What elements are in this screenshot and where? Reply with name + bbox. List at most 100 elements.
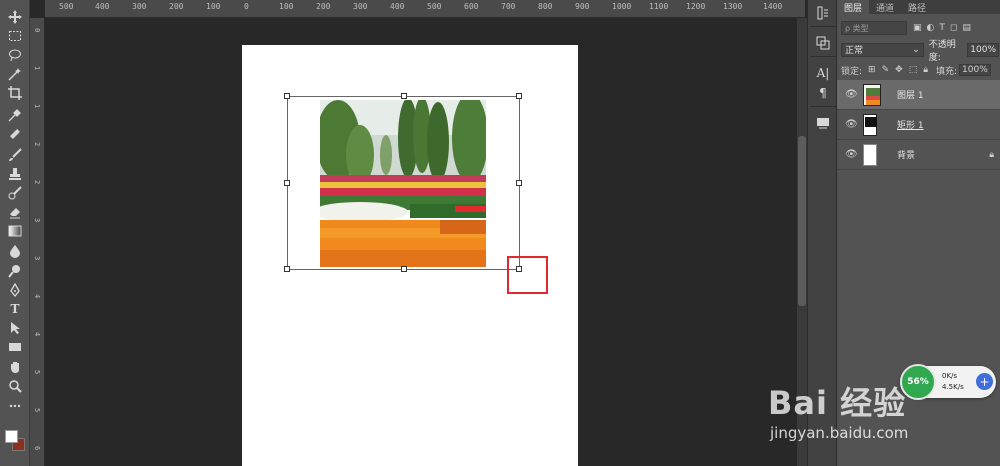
ruler-label: 700 — [501, 2, 516, 11]
blend-mode-value: 正常 — [845, 46, 864, 56]
ruler-label: 800 — [538, 2, 553, 11]
paragraph-panel-icon[interactable]: ¶ — [814, 84, 832, 102]
magic-wand-icon[interactable] — [6, 65, 24, 83]
pixel-filter-icon[interactable]: ▣ — [913, 23, 922, 33]
ruler-label: 500 — [59, 2, 74, 11]
lock-label: 锁定: — [841, 66, 863, 77]
layer-name[interactable]: 背景 — [897, 148, 915, 161]
shape-filter-icon[interactable]: ◻ — [950, 23, 957, 33]
tab-layers[interactable]: 图层 — [837, 0, 870, 14]
fill-input[interactable]: 100% — [959, 64, 991, 76]
ruler-label: 100 — [206, 2, 221, 11]
lock-artboard-icon[interactable]: ⬚ — [909, 65, 918, 75]
libraries-panel-icon[interactable] — [814, 114, 832, 132]
lock-icons: ⊞ ✎ ✥ ⬚ 🔒︎ — [868, 65, 928, 75]
type-filter-icon[interactable]: T — [939, 23, 945, 33]
lock-row: 锁定: ⊞ ✎ ✥ ⬚ 🔒︎ 填充: 100% — [841, 63, 999, 77]
canvas-area[interactable] — [45, 18, 797, 466]
fill-label: 填充: — [936, 66, 958, 77]
document-canvas[interactable] — [242, 45, 578, 466]
ruler-label: 400 — [390, 2, 405, 11]
brush-icon[interactable] — [6, 146, 24, 164]
lock-position-icon[interactable]: ✥ — [895, 65, 903, 75]
rectangle-icon[interactable] — [6, 338, 24, 356]
lock-pixels-icon[interactable]: ✎ — [882, 65, 890, 75]
properties-panel-icon[interactable] — [814, 34, 832, 52]
move-icon[interactable] — [6, 8, 24, 26]
lasso-icon[interactable] — [6, 46, 24, 64]
layer-row-background[interactable]: 👁︎ 背景 🔒︎ — [837, 140, 1000, 170]
history-panel-icon[interactable] — [814, 4, 832, 22]
watermark-url: jingyan.baidu.com — [770, 424, 909, 442]
transform-handle-bottom[interactable] — [401, 266, 407, 272]
ruler-label: 3 — [33, 256, 41, 261]
history-brush-icon[interactable] — [6, 184, 24, 202]
hand-icon[interactable] — [6, 358, 24, 376]
smart-object-filter-icon[interactable]: ▤ — [962, 23, 971, 33]
ruler-label: 200 — [316, 2, 331, 11]
transform-handle-top-left[interactable] — [284, 93, 290, 99]
foreground-color-swatch[interactable] — [5, 430, 18, 443]
zoom-icon[interactable] — [6, 377, 24, 395]
ruler-label: 1200 — [686, 2, 706, 11]
lock-all-icon[interactable]: 🔒︎ — [923, 65, 928, 75]
transform-handle-top[interactable] — [401, 93, 407, 99]
blur-icon[interactable] — [6, 242, 24, 260]
filter-icons: ▣ ◐ T ◻ ▤ — [913, 23, 971, 33]
watermark-logo: Bai 经验 — [768, 384, 907, 422]
ruler-label: 100 — [279, 2, 294, 11]
ruler-label: 300 — [353, 2, 368, 11]
layer-name[interactable]: 图层 1 — [897, 88, 924, 101]
character-panel-icon[interactable]: A| — [814, 64, 832, 82]
crop-icon[interactable] — [6, 84, 24, 102]
layer-thumbnail — [863, 113, 877, 136]
left-ruler: 0 1 1 2 2 3 3 4 4 5 5 6 — [30, 18, 45, 466]
gradient-icon[interactable] — [6, 222, 24, 240]
ruler-label: 600 — [464, 2, 479, 11]
lock-transparency-icon[interactable]: ⊞ — [868, 65, 876, 75]
healing-icon[interactable] — [6, 125, 24, 143]
layer-thumbnail — [863, 143, 877, 166]
ruler-label: 0 — [33, 28, 41, 33]
layer-row-layer1[interactable]: 👁︎ 图层 1 — [837, 80, 1000, 110]
ruler-label: 5 — [33, 408, 41, 413]
ruler-label: 2 — [33, 180, 41, 185]
tab-paths[interactable]: 路径 — [901, 0, 933, 14]
path-select-icon[interactable] — [6, 319, 24, 337]
tab-channels[interactable]: 通道 — [869, 0, 901, 14]
baidu-watermark: Bai 经验 jingyan.baidu.com — [768, 358, 1000, 466]
transform-bounding-box[interactable] — [284, 93, 522, 272]
panel-tabs: 图层 通道 路径 — [837, 0, 1000, 14]
ruler-label: 1 — [33, 104, 41, 109]
transform-handle-top-right[interactable] — [516, 93, 522, 99]
marquee-icon[interactable] — [6, 27, 24, 45]
visibility-eye-icon[interactable]: 👁︎ — [845, 149, 858, 160]
visibility-eye-icon[interactable]: 👁︎ — [845, 119, 858, 130]
stamp-icon[interactable] — [6, 165, 24, 183]
pen-icon[interactable] — [6, 281, 24, 299]
blend-mode-select[interactable]: 正常 ⌄ — [841, 42, 924, 57]
panel-divider — [810, 26, 836, 27]
layer-name[interactable]: 矩形 1 — [897, 118, 924, 131]
eraser-icon[interactable] — [6, 203, 24, 221]
more-icon[interactable] — [6, 397, 24, 415]
layer-filter-row: ρ 类型 ▣ ◐ T ◻ ▤ — [841, 20, 997, 36]
ruler-label: 200 — [169, 2, 184, 11]
layer-row-rectangle1[interactable]: 👁︎ 矩形 1 — [837, 110, 1000, 140]
adjustment-filter-icon[interactable]: ◐ — [927, 23, 935, 33]
transform-handle-right[interactable] — [516, 180, 522, 186]
eyedropper-icon[interactable] — [6, 106, 24, 124]
ruler-label: 300 — [132, 2, 147, 11]
panel-divider — [810, 56, 836, 57]
layer-filter-select[interactable]: ρ 类型 — [841, 21, 907, 35]
dodge-icon[interactable] — [6, 262, 24, 280]
type-icon[interactable]: T — [6, 300, 24, 318]
opacity-input[interactable]: 100% — [967, 42, 999, 57]
transform-handle-left[interactable] — [284, 180, 290, 186]
ruler-label: 1400 — [763, 2, 783, 11]
visibility-eye-icon[interactable]: 👁︎ — [845, 89, 858, 100]
top-ruler: 500 400 300 200 100 0 100 200 300 400 50… — [45, 0, 805, 18]
layer-thumbnail — [863, 83, 881, 106]
transform-handle-bottom-left[interactable] — [284, 266, 290, 272]
scrollbar-thumb[interactable] — [798, 136, 806, 306]
